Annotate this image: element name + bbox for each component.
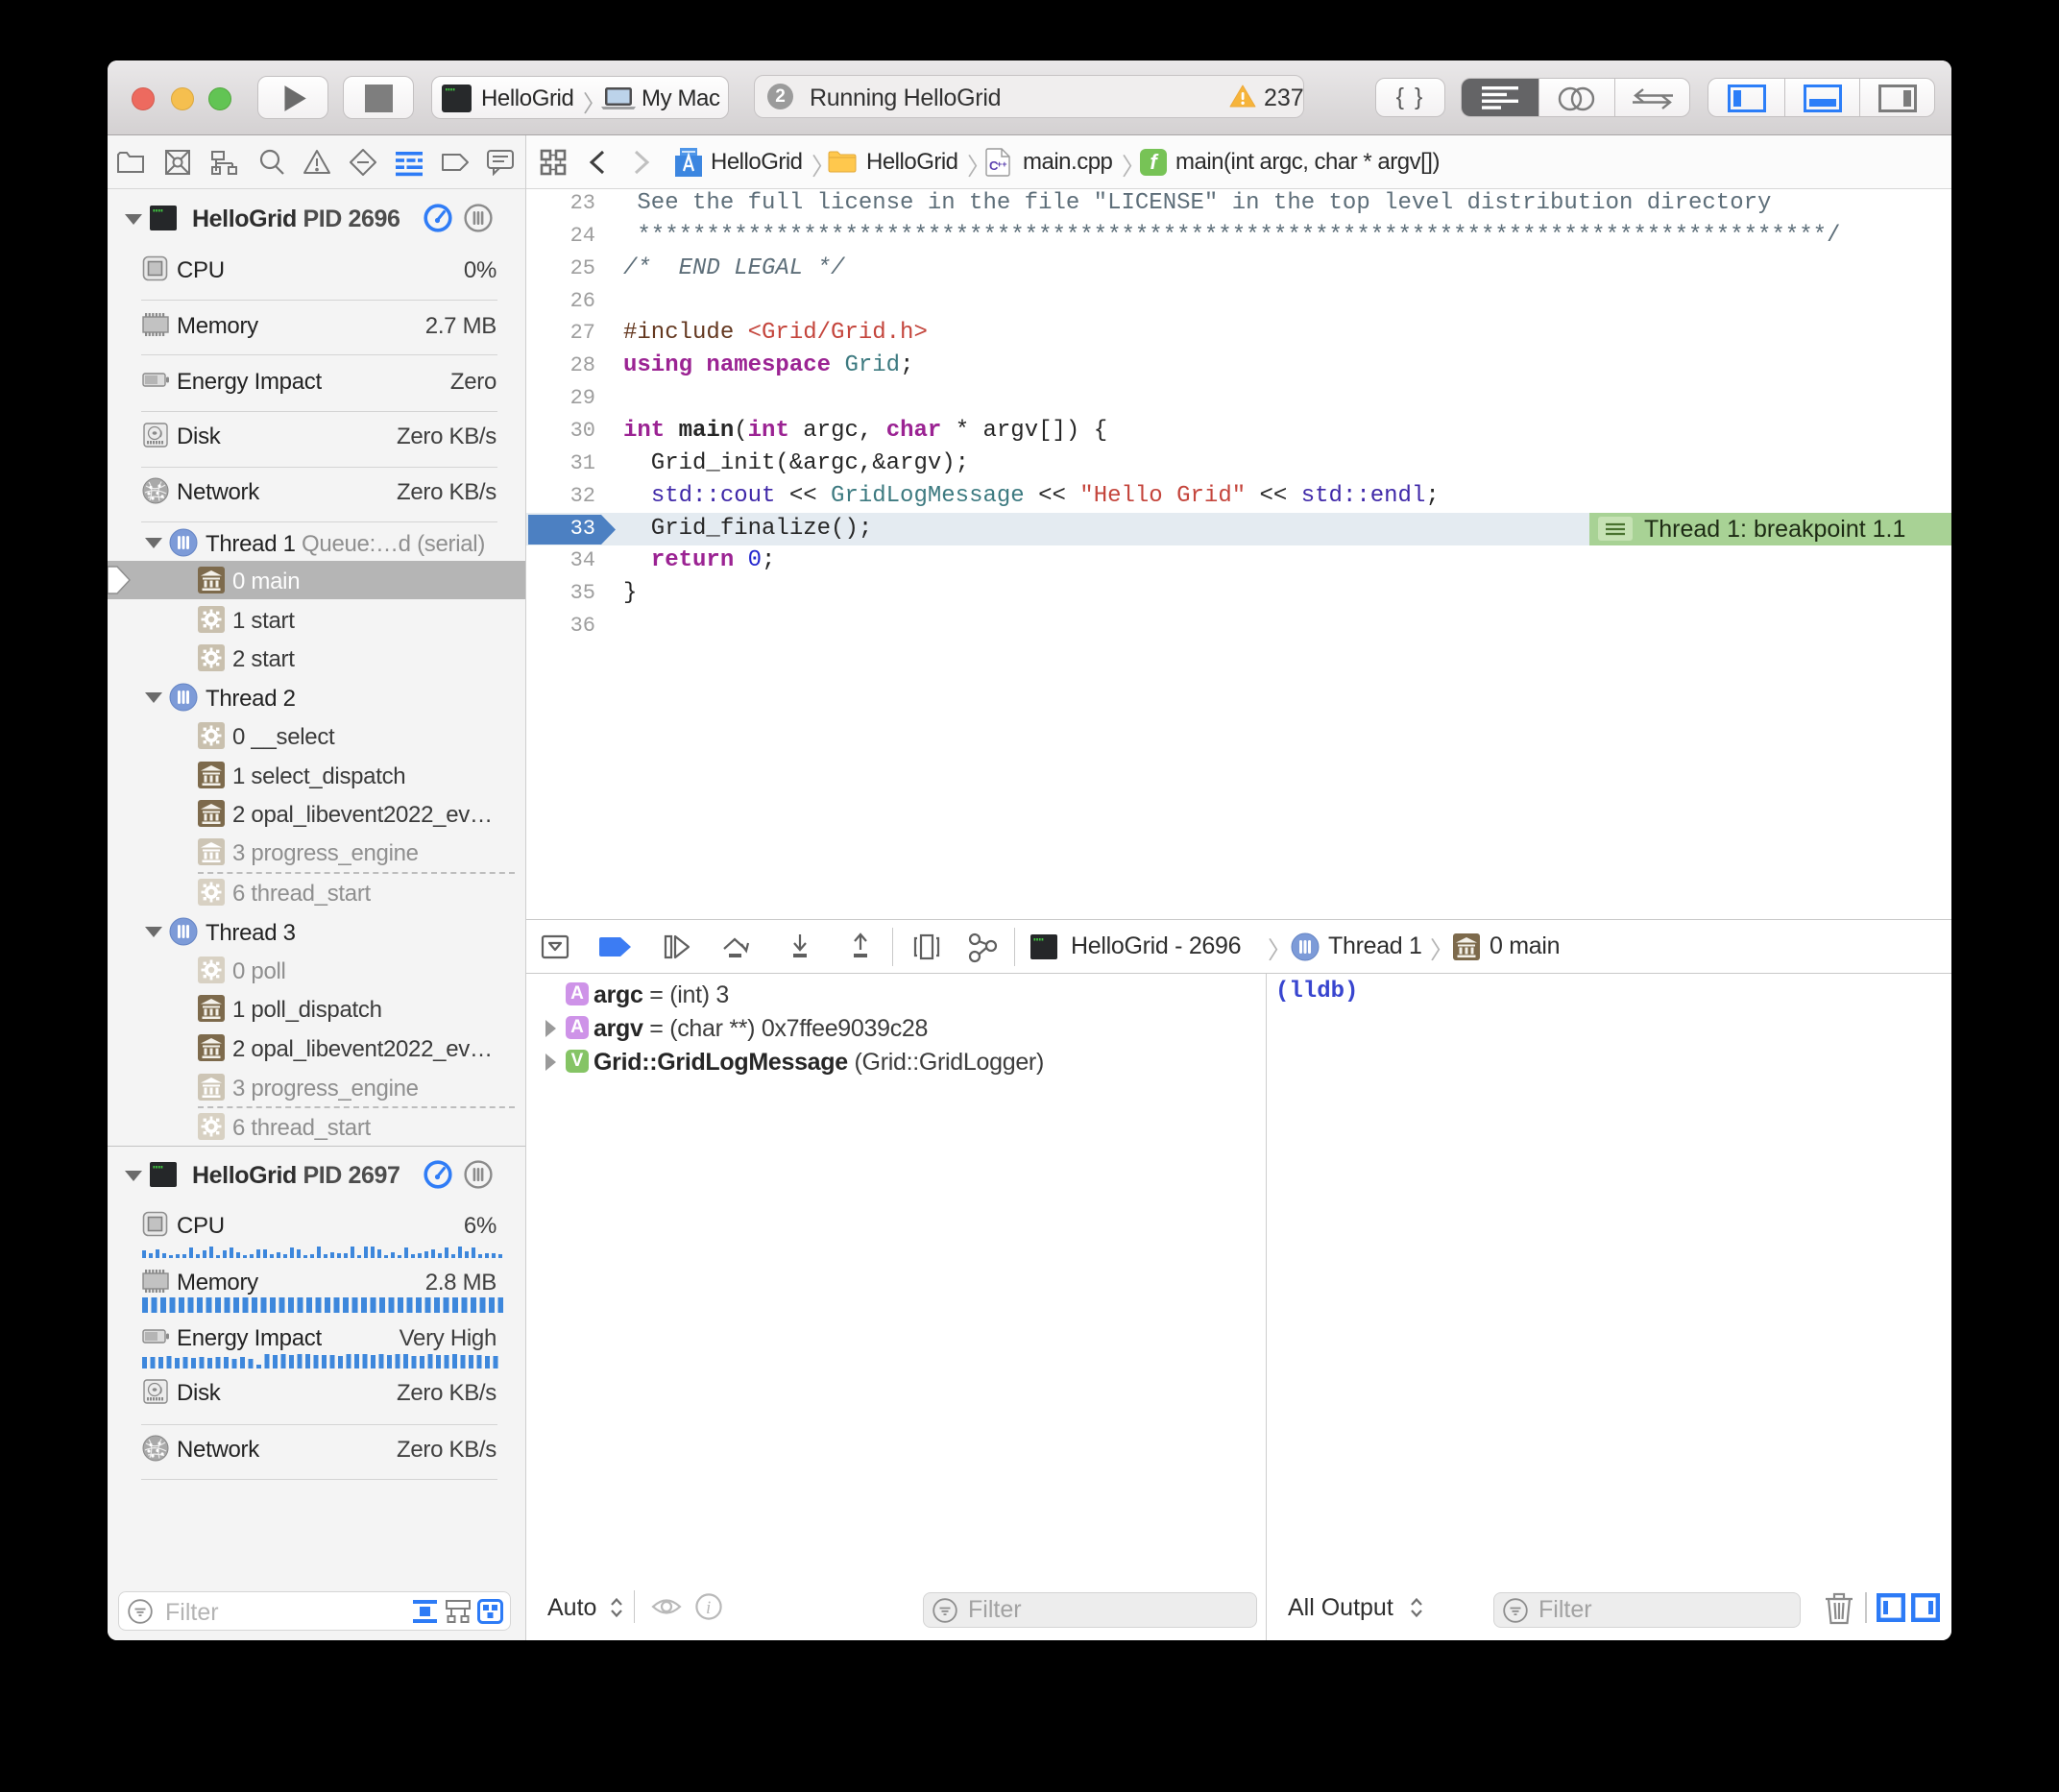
svg-text:++: ++ (997, 159, 1007, 169)
svg-text:i: i (706, 1598, 711, 1618)
